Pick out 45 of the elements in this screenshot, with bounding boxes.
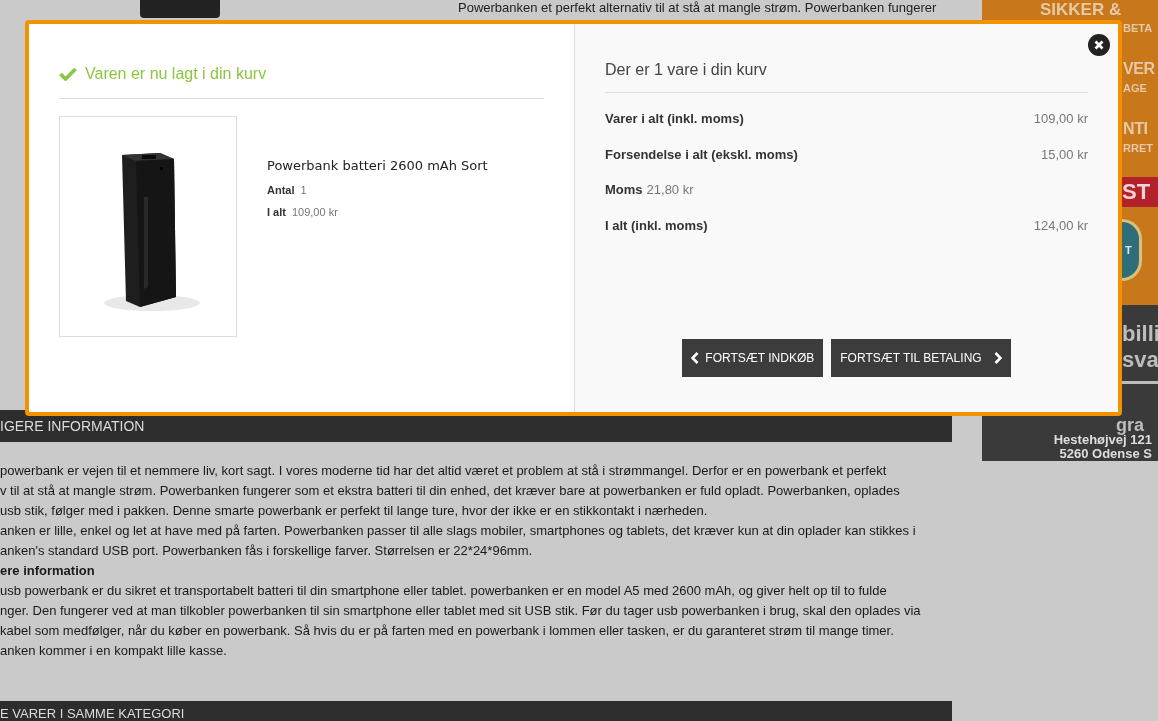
total-value: 109,00 kr [1033,110,1088,128]
detail-label: I alt [267,205,286,220]
total-value: 15,00 kr [1041,145,1088,164]
checkout-button[interactable]: FORTSÆT TIL BETALING [831,339,1011,377]
sidebar-heading: SIKKER & [1040,1,1123,19]
sidebar-heading: NTI [1123,119,1149,139]
description-heading: ere information [0,562,96,580]
continue-shopping-button[interactable]: FORTSÆT INDKØB [682,339,824,377]
detail-value: 1 [300,182,307,198]
sidebar-slogan: gra [1116,417,1145,433]
total-label: Forsendelse i alt (ekskl. moms) [605,145,798,164]
detail-value: 109,00 kr [291,205,338,220]
product-description: Powerbanken et perfekt alternativ til at stå at mangle strøm. Powerbanken fungerer [458,0,937,16]
description-line: usb stik, følger med i pakken. Denne smarte powerbank er perfekt til lange ture, hvor der ikke er en stikkontakt i nærheden. [0,502,709,520]
chevron-left-icon [691,352,700,364]
description-line: anken's standard USB port. Powerbanken fås i forskellige farver. Størrelsen er 22*24*96mm. [0,542,534,560]
description-line: anken kommer i en kompakt lille kasse. [0,642,228,660]
address-line: 5260 Odense S [1059,447,1152,461]
confirmation-message: Varen er nu lagt i din kurv [85,64,267,84]
sidebar-heading: VER [1123,59,1156,79]
description-line: kabel som medfølger, når du køber en powerbank. Så hvis du er på farten med en powerbank i lommen eller tasken, er du garanteret strøm til mange timer. [0,622,895,640]
description-line: powerbank er vejen til et nemmere liv, kort sagt. I vores moderne tid har det altid været et problem at stå i strømmangel. Derfor er en powerbank et perfekt [0,462,888,480]
section-header: E VARER I SAMME KATEGORI [0,701,952,721]
sidebar-slogan: sva [1122,347,1158,373]
sidebar-subheading: AGE [1123,81,1148,95]
total-value: 21,80 kr [646,181,694,199]
chevron-right-icon [993,352,1002,364]
close-button[interactable] [1088,34,1110,56]
description-line: anken er lille, enkel og let at have med på farten. Powerbanken passer til alle slags mobiler, smartphones og tablets, det kræver kun at din oplader kan stikkes i [0,522,917,540]
total-label: I alt (inkl. moms) [605,216,708,235]
total-label: Moms [605,181,643,199]
sidebar-seal: T [1122,219,1142,281]
cart-summary-title: Der er 1 vare i din kurv [605,61,767,78]
sidebar-slogan: billi [1122,321,1158,347]
sidebar-subheading: RRET [1123,141,1154,155]
description-line: usb powerbank er du sikret et transportabelt batteri til din smartphone eller tablet. powerbanken er en model A5 med 2600 mAh, og giver helt op til to fulde [0,582,888,600]
description-line: v til at stå at mangle strøm. Powerbanken fungerer som et ekstra batteri til din enhed, det kræver bare at powerbanken er fuld opladt. Powerbanken, oplades [0,482,901,500]
total-label: Varer i alt (inkl. moms) [605,110,744,128]
detail-label: Antal [267,182,295,198]
product-name: Powerbank batteri 2600 mAh Sort [267,157,488,175]
description-line: nger. Den fungerer ved at man tilkobler powerbanken til sin smartphone eller tablet med sit USB stik. Før du tager usb powerbanken i brug, skal den oplades via [0,602,922,620]
sidebar-subheading: BETA [1123,21,1154,35]
checkmark-icon [59,67,77,81]
total-value: 124,00 kr [1033,216,1088,235]
close-icon [1094,40,1104,50]
